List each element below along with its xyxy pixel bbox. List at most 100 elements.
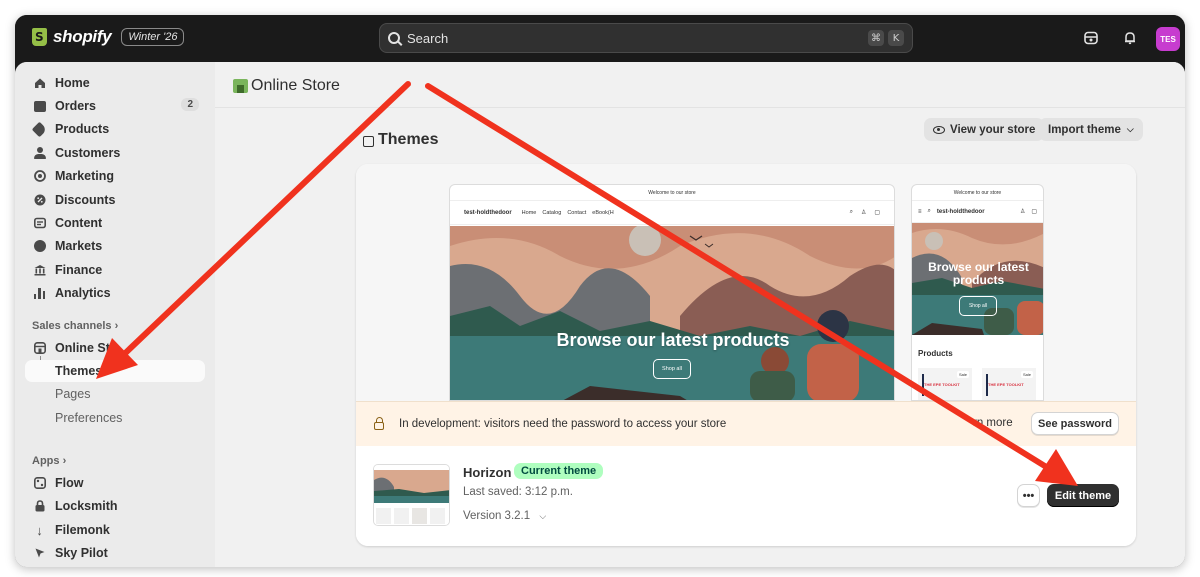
desktop-preview[interactable]: Welcome to our store test-holdthedoor Ho… xyxy=(449,184,895,401)
sidebar-item-flow[interactable]: Flow xyxy=(25,472,205,494)
sidebar-item-label: Marketing xyxy=(55,169,115,183)
sidebar-item-content[interactable]: Content xyxy=(25,212,205,234)
announcement-bar: Welcome to our store xyxy=(450,185,894,201)
app-window: shopify Winter '26 ⌘ K TES Home Orders xyxy=(15,15,1185,567)
mobile-hero-image: Browse our latest products Shop all xyxy=(912,223,1043,335)
search-bar[interactable]: ⌘ K xyxy=(379,23,913,53)
arrow-down-icon: ↓ xyxy=(36,522,43,538)
inbox-icon xyxy=(33,100,46,113)
version-selector[interactable]: Version 3.2.1 ⌵ xyxy=(463,510,546,522)
sidebar-item-label: Flow xyxy=(55,476,84,490)
theme-preview: Welcome to our store test-holdthedoor Ho… xyxy=(356,164,1136,401)
shortcut-k-key: K xyxy=(888,30,904,46)
see-password-button[interactable]: See password xyxy=(1031,412,1119,435)
shopify-bag-icon xyxy=(32,28,47,46)
chevron-right-icon: › xyxy=(62,455,67,467)
chevron-down-icon: ⌵ xyxy=(539,511,547,521)
import-theme-label: Import theme xyxy=(1048,123,1121,136)
edition-badge[interactable]: Winter '26 xyxy=(121,28,185,46)
flow-icon xyxy=(33,477,46,490)
sidebar-item-home[interactable]: Home xyxy=(25,72,205,94)
sidebar-item-label: Content xyxy=(55,216,103,230)
bell-icon[interactable] xyxy=(1120,28,1140,48)
sale-badge: Sale xyxy=(1020,371,1033,378)
store-switch-icon[interactable] xyxy=(1081,28,1101,48)
sidebar-item-sky-pilot[interactable]: Sky Pilot xyxy=(25,542,205,564)
store-icon xyxy=(33,342,46,355)
account-icon: ♙ xyxy=(1019,209,1026,215)
mobile-product-card: Sale THE EPE TOOLKIT xyxy=(982,368,1036,400)
sidebar-item-marketing[interactable]: Marketing xyxy=(25,165,205,187)
apps-heading[interactable]: Apps › xyxy=(32,455,66,467)
sidebar-item-label: Online Sto xyxy=(55,341,118,355)
hero-shop-all-button: Shop all xyxy=(653,359,691,379)
themes-icon xyxy=(363,136,374,147)
search-icon: ⌕ xyxy=(849,209,853,215)
sidebar-item-label: Sky Pilot xyxy=(55,546,108,560)
globe-icon xyxy=(33,240,46,253)
sidebar-subitem-preferences[interactable]: Preferences xyxy=(25,407,205,429)
view-store-button[interactable]: View your store xyxy=(924,118,1045,141)
current-theme-badge: Current theme xyxy=(514,463,604,479)
account-icon: ♙ xyxy=(860,210,867,216)
online-store-icon xyxy=(233,79,248,93)
sidebar-item-online-store[interactable]: Online Sto xyxy=(25,337,205,359)
sidebar-item-label: Home xyxy=(55,76,90,90)
product-title: THE EPE TOOLKIT xyxy=(988,382,1024,387)
search-input[interactable] xyxy=(407,30,864,46)
mobile-preview[interactable]: Welcome to our store ≡ ⌕ test-holdthedoor… xyxy=(911,184,1044,401)
edit-theme-button[interactable]: Edit theme xyxy=(1047,484,1119,507)
sidebar-item-orders[interactable]: Orders 2 xyxy=(25,95,205,117)
brand-name: shopify xyxy=(53,27,112,46)
sidebar-item-label: Finance xyxy=(55,263,103,277)
preview-nav-icons: ⌕ ♙ ▢ xyxy=(850,209,880,216)
content-panel: Home Orders 2 Products Customers Marketi… xyxy=(15,62,1185,567)
version-label: Version 3.2.1 xyxy=(463,510,531,522)
view-store-label: View your store xyxy=(950,123,1036,136)
chart-icon xyxy=(33,287,46,300)
sidebar-item-label: Discounts xyxy=(55,193,116,207)
page-title: Online Store xyxy=(251,77,340,94)
themes-title: Themes xyxy=(378,131,439,148)
sidebar-item-analytics[interactable]: Analytics xyxy=(25,282,205,304)
sidebar-item-locksmith[interactable]: Locksmith xyxy=(25,495,205,517)
sidebar-item-finance[interactable]: Finance xyxy=(25,259,205,281)
sales-channels-heading[interactable]: Sales channels › xyxy=(32,320,118,332)
sale-badge: Sale xyxy=(956,371,969,378)
sidebar-subitem-themes[interactable]: Themes xyxy=(25,360,205,382)
sidebar-item-products[interactable]: Products xyxy=(25,118,205,140)
shopify-logo[interactable]: shopify Winter '26 xyxy=(32,27,185,47)
preview-store-name: test-holdthedoor xyxy=(464,209,512,216)
sidebar-item-label: Analytics xyxy=(55,286,111,300)
import-theme-button[interactable]: Import theme ⌵ xyxy=(1039,118,1143,141)
more-actions-button[interactable]: ••• xyxy=(1017,484,1040,507)
mobile-hero-title: Browse our latest products xyxy=(928,260,1029,287)
sidebar-item-label: Filemonk xyxy=(55,523,110,537)
hero-title: Browse our latest products xyxy=(556,330,790,350)
sidebar-item-discounts[interactable]: Discounts xyxy=(25,189,205,211)
sidebar-subitem-pages[interactable]: Pages xyxy=(25,383,205,405)
shortcut-cmd-key: ⌘ xyxy=(868,30,884,46)
preview-nav-link: Contact xyxy=(567,209,587,216)
person-icon xyxy=(33,147,46,160)
sidebar-item-label: Locksmith xyxy=(55,499,118,513)
mobile-products-heading: Products xyxy=(918,349,953,358)
top-bar: shopify Winter '26 ⌘ K TES xyxy=(15,15,1185,62)
theme-thumbnail[interactable] xyxy=(373,464,450,526)
sidebar-item-markets[interactable]: Markets xyxy=(25,235,205,257)
pointer-icon xyxy=(33,547,46,560)
target-icon xyxy=(33,170,46,183)
preview-nav: test-holdthedoor Home Catalog Contact eB… xyxy=(450,201,894,225)
avatar[interactable]: TES xyxy=(1156,27,1180,51)
preview-nav-link: eBook(H xyxy=(592,209,614,216)
theme-card: Welcome to our store test-holdthedoor Ho… xyxy=(356,164,1136,546)
main-content: Online Store Themes View your store Impo… xyxy=(215,62,1185,567)
cart-icon: ▢ xyxy=(1031,209,1037,215)
mobile-store-name: test-holdthedoor xyxy=(936,208,985,215)
sidebar-item-customers[interactable]: Customers xyxy=(25,142,205,164)
tag-icon xyxy=(31,121,48,137)
sidebar-item-filemonk[interactable]: ↓ Filemonk xyxy=(25,519,205,541)
lock-icon xyxy=(33,500,46,513)
mobile-product-card: Sale THE EPE TOOLKIT xyxy=(918,368,972,400)
learn-more-link[interactable]: rn more xyxy=(973,417,1013,429)
